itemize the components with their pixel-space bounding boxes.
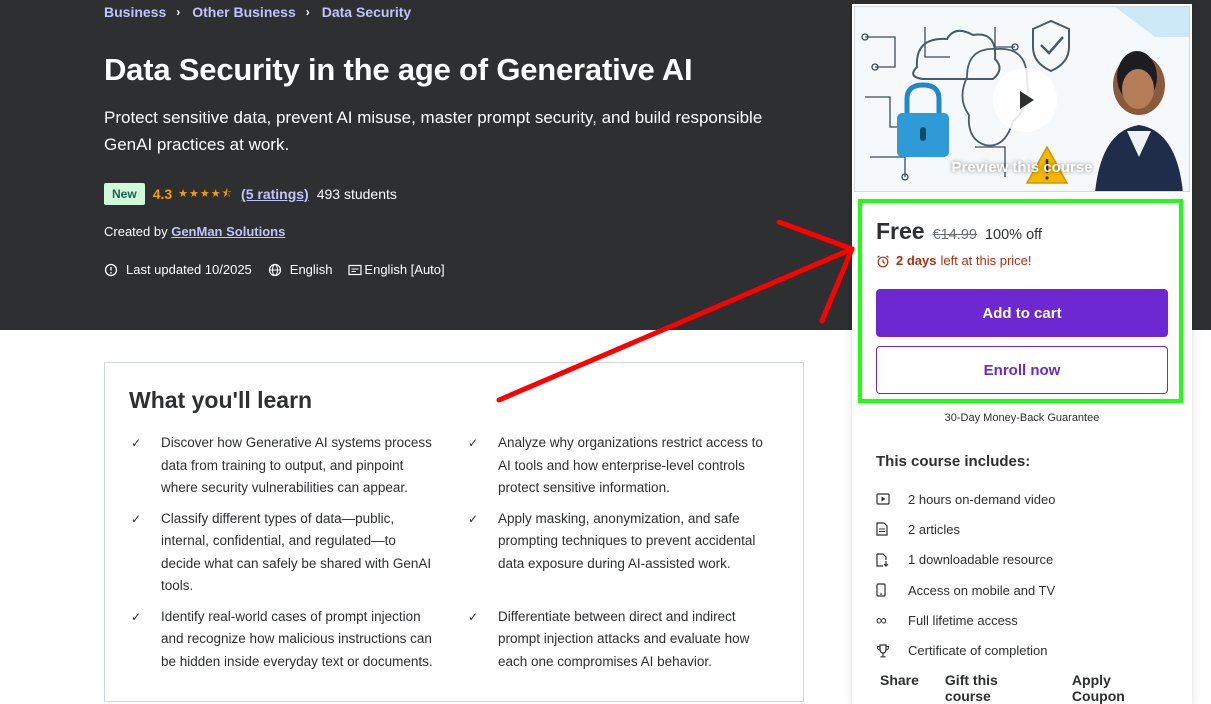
learn-item-text: Analyze why organizations restrict acces… xyxy=(498,435,763,495)
rating-row: New 4.3 ★★★★⯪ (5 ratings) 493 students xyxy=(104,183,397,205)
learn-item-text: Differentiate between direct and indirec… xyxy=(498,608,750,669)
breadcrumb: Business › Other Business › Data Securit… xyxy=(104,4,411,20)
check-icon: ✓ xyxy=(468,511,479,526)
video-icon xyxy=(876,493,908,505)
includes-list: 2 hours on-demand video 2 articles 1 dow… xyxy=(876,484,1055,666)
preview-caption: Preview this course xyxy=(951,159,1093,176)
chevron-right-icon: › xyxy=(176,5,181,19)
article-icon xyxy=(876,522,908,537)
new-badge: New xyxy=(104,183,145,205)
course-preview[interactable]: Preview this course xyxy=(854,6,1190,192)
includes-title: This course includes: xyxy=(876,453,1031,470)
check-icon: ✓ xyxy=(131,609,142,624)
created-by-label: Created by xyxy=(104,224,168,239)
check-icon: ✓ xyxy=(131,436,142,450)
chevron-right-icon: › xyxy=(305,5,310,19)
include-item: 2 articles xyxy=(876,514,1055,544)
include-item-text: 2 hours on-demand video xyxy=(908,491,1056,507)
learn-item-text: Discover how Generative AI systems proce… xyxy=(161,435,432,495)
include-item-text: Certificate of completion xyxy=(908,643,1048,659)
learn-item: ✓ Identify real-world cases of prompt inj… xyxy=(129,606,466,674)
trophy-icon xyxy=(876,644,908,658)
gift-course-button[interactable]: Gift this course xyxy=(945,672,1046,704)
breadcrumb-business[interactable]: Business xyxy=(104,4,166,20)
mobile-icon xyxy=(876,583,908,597)
include-item-text: Access on mobile and TV xyxy=(908,582,1056,598)
learn-item: ✓ Discover how Generative AI systems proc… xyxy=(129,432,466,500)
students-count: 493 students xyxy=(316,186,397,202)
learn-item: ✓ Apply masking, anonymization, and safe … xyxy=(466,508,766,598)
captions-icon xyxy=(348,264,363,276)
money-back-guarantee: 30-Day Money-Back Guarantee xyxy=(944,412,1100,424)
ratings-count-link[interactable]: (5 ratings) xyxy=(241,186,309,202)
learn-list: ✓ Discover how Generative AI systems proc… xyxy=(129,432,779,681)
breadcrumb-data-security[interactable]: Data Security xyxy=(322,4,411,20)
download-icon xyxy=(876,553,908,567)
learn-item: ✓ Differentiate between direct and indire… xyxy=(466,606,766,674)
check-icon: ✓ xyxy=(468,436,479,450)
course-subtitle: Protect sensitive data, prevent AI misus… xyxy=(104,108,763,154)
include-item: ∞ Full lifetime access xyxy=(876,605,1055,635)
include-item-text: 1 downloadable resource xyxy=(908,552,1054,568)
learn-item: ✓ Analyze why organizations restrict acce… xyxy=(466,432,766,500)
include-item: 1 downloadable resource xyxy=(876,545,1055,575)
learn-title: What you'll learn xyxy=(129,387,313,413)
learn-item-text: Classify different types of data—public,… xyxy=(161,510,432,594)
include-item-text: 2 articles xyxy=(908,521,961,537)
course-title: Data Security in the age of Generative A… xyxy=(104,52,693,87)
language: English xyxy=(289,262,333,277)
check-icon: ✓ xyxy=(468,609,479,624)
breadcrumb-other-business[interactable]: Other Business xyxy=(192,4,295,20)
include-item-text: Full lifetime access xyxy=(908,612,1018,628)
rating-value: 4.3 xyxy=(152,186,173,202)
include-item: Access on mobile and TV xyxy=(876,575,1055,605)
what-youll-learn: What you'll learn ✓ Discover how Generati… xyxy=(104,362,804,702)
course-meta: Last updated 10/2025 English English [Au… xyxy=(104,262,445,277)
include-item: Certificate of completion xyxy=(876,635,1055,665)
apply-coupon-button[interactable]: Apply Coupon xyxy=(1072,672,1166,704)
highlight-box xyxy=(858,199,1183,403)
play-icon[interactable] xyxy=(993,68,1057,132)
alert-badge-icon xyxy=(104,263,118,277)
sidebar-footer-links: Share Gift this course Apply Coupon xyxy=(880,672,1192,704)
include-item: 2 hours on-demand video xyxy=(876,484,1055,514)
globe-icon xyxy=(268,263,282,277)
check-icon: ✓ xyxy=(131,511,142,526)
learn-item-text: Apply masking, anonymization, and safe p… xyxy=(498,510,756,571)
learn-item-text: Identify real-world cases of prompt inje… xyxy=(161,608,433,669)
star-rating-icon: ★★★★⯪ xyxy=(178,187,234,200)
captions-language: English [Auto] xyxy=(364,262,445,277)
infinity-icon: ∞ xyxy=(876,611,887,629)
last-updated: Last updated 10/2025 xyxy=(126,262,252,277)
share-button[interactable]: Share xyxy=(880,672,919,704)
learn-item: ✓ Classify different types of data—public… xyxy=(129,508,466,598)
created-by: Created by GenMan Solutions xyxy=(104,224,285,239)
instructor-link[interactable]: GenMan Solutions xyxy=(171,224,285,239)
